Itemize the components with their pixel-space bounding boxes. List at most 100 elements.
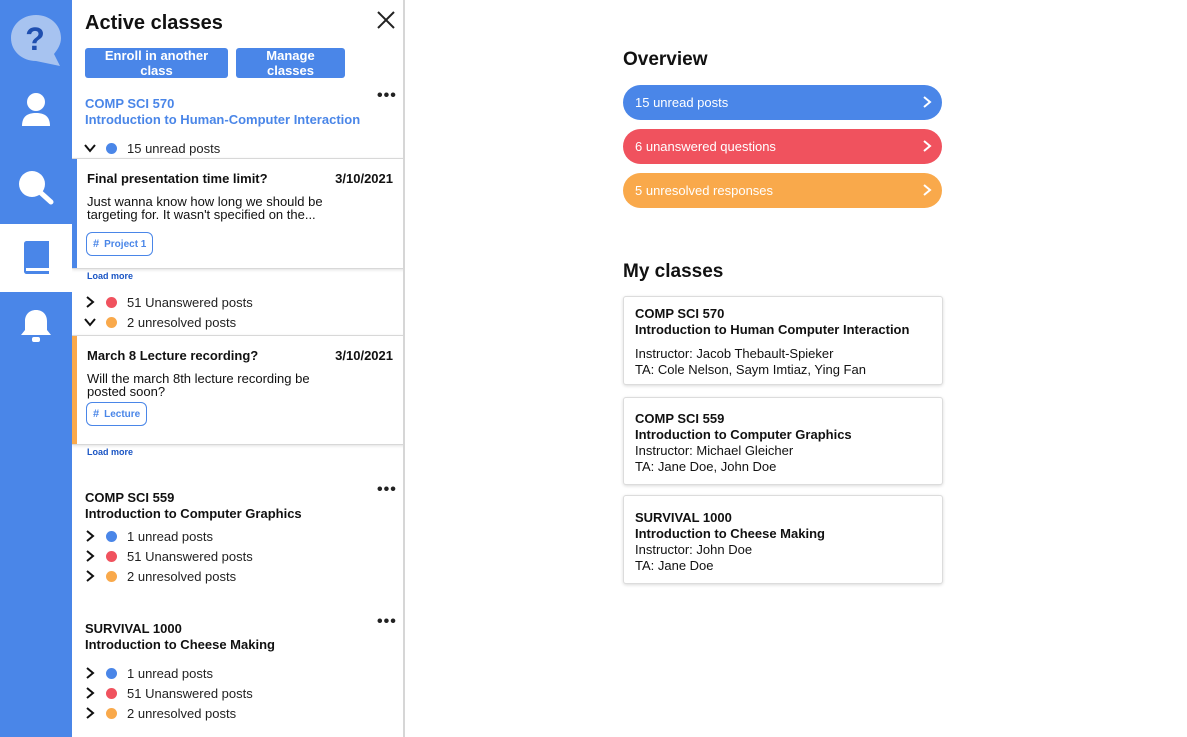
class-instructor: Instructor: Michael Gleicher — [635, 443, 794, 458]
post-date: 3/10/2021 — [335, 348, 393, 363]
pill-label: 6 unanswered questions — [635, 139, 776, 154]
post-preview: Will the march 8th lecture recording be … — [87, 371, 310, 399]
row-label: 51 Unanswered posts — [127, 294, 253, 310]
class-card[interactable]: COMP SCI 559 Introduction to Computer Gr… — [623, 397, 943, 485]
unread-posts-pill[interactable]: 15 unread posts — [623, 85, 942, 120]
unresolved-dot — [106, 707, 117, 719]
pill-label: 15 unread posts — [635, 95, 729, 110]
class-name: Introduction to Computer Graphics — [635, 427, 852, 442]
class-code: COMP SCI 559 — [635, 411, 725, 426]
classes-button[interactable] — [0, 224, 72, 292]
chevron-right-icon — [923, 140, 932, 152]
manage-classes-button[interactable]: Manage classes — [236, 48, 345, 78]
row-label: 1 unread posts — [127, 528, 214, 544]
load-more-link[interactable]: Load more — [87, 447, 133, 457]
search-button[interactable] — [0, 154, 72, 222]
course-code[interactable]: COMP SCI 559 — [85, 490, 174, 505]
class-ta: TA: Cole Nelson, Saym Imtiaz, Ying Fan — [635, 362, 866, 377]
class-instructor: Instructor: Jacob Thebault-Spieker — [635, 346, 834, 361]
class-code: SURVIVAL 1000 — [635, 510, 732, 525]
unanswered-posts-toggle[interactable]: 51 Unanswered posts — [84, 684, 253, 702]
tag-chip[interactable]: # Project 1 — [86, 232, 154, 256]
unread-dot — [106, 667, 117, 679]
unresolved-posts-toggle[interactable]: 2 unresolved posts — [84, 567, 236, 585]
course-options-button[interactable]: ••• — [377, 482, 397, 498]
unanswered-dot — [106, 296, 117, 308]
class-card[interactable]: SURVIVAL 1000 Introduction to Cheese Mak… — [623, 495, 943, 584]
unresolved-posts-toggle[interactable]: 2 unresolved posts — [84, 704, 236, 722]
chevron-right-icon — [86, 296, 95, 308]
unresolved-dot — [106, 316, 117, 328]
row-label: 51 Unanswered posts — [127, 685, 253, 701]
course-name[interactable]: Introduction to Human-Computer Interacti… — [85, 112, 360, 127]
course-code[interactable]: COMP SCI 570 — [85, 96, 174, 111]
chevron-right-icon — [923, 96, 932, 108]
unanswered-questions-pill[interactable]: 6 unanswered questions — [623, 129, 942, 164]
row-label: 51 Unanswered posts — [127, 548, 253, 564]
book-icon — [24, 241, 49, 274]
tag-chip[interactable]: # Lecture — [86, 402, 148, 426]
post-date: 3/10/2021 — [335, 171, 393, 186]
unread-posts-toggle[interactable]: 1 unread posts — [84, 527, 213, 545]
help-icon: ? — [11, 15, 61, 66]
class-ta: TA: Jane Doe, John Doe — [635, 459, 777, 474]
row-label: 2 unresolved posts — [127, 705, 237, 721]
post-card[interactable]: Final presentation time limit? 3/10/2021… — [72, 158, 403, 269]
active-classes-panel: Active classes Enroll in another class M… — [72, 0, 405, 737]
unanswered-dot — [106, 550, 117, 562]
unresolved-responses-pill[interactable]: 5 unresolved responses — [623, 173, 942, 208]
chevron-right-icon — [86, 570, 95, 582]
post-title: March 8 Lecture recording? — [87, 348, 259, 363]
notifications-button[interactable] — [0, 292, 72, 360]
load-more-link[interactable]: Load more — [87, 271, 133, 281]
class-name: Introduction to Human Computer Interacti… — [635, 322, 910, 337]
row-label: 15 unread posts — [127, 140, 221, 156]
overview-title: Overview — [623, 49, 708, 70]
post-accent — [72, 159, 77, 268]
class-ta: TA: Jane Doe — [635, 558, 714, 573]
post-accent — [72, 336, 77, 444]
unread-dot — [106, 530, 117, 542]
profile-icon — [22, 93, 50, 126]
chevron-down-icon — [84, 318, 96, 327]
course-name[interactable]: Introduction to Cheese Making — [85, 637, 275, 652]
panel-title: Active classes — [85, 12, 223, 34]
tag-label: Project 1 — [104, 238, 147, 250]
hash-icon: # — [93, 238, 100, 250]
unanswered-posts-toggle[interactable]: 51 Unanswered posts — [84, 293, 253, 311]
unread-posts-toggle[interactable]: 1 unread posts — [84, 664, 213, 682]
class-code: COMP SCI 570 — [635, 306, 725, 321]
search-icon — [19, 171, 54, 205]
chevron-down-icon — [84, 144, 96, 153]
profile-button[interactable] — [0, 76, 72, 144]
unread-dot — [106, 142, 117, 154]
chevron-right-icon — [86, 667, 95, 679]
row-label: 2 unresolved posts — [127, 314, 237, 330]
chevron-right-icon — [86, 687, 95, 699]
chevron-right-icon — [86, 550, 95, 562]
unanswered-posts-toggle[interactable]: 51 Unanswered posts — [84, 547, 253, 565]
enroll-button[interactable]: Enroll in another class — [85, 48, 228, 78]
class-name: Introduction to Cheese Making — [635, 526, 825, 541]
unresolved-posts-toggle[interactable]: 2 unresolved posts — [84, 313, 236, 331]
course-code[interactable]: SURVIVAL 1000 — [85, 621, 182, 636]
row-label: 2 unresolved posts — [127, 568, 237, 584]
tag-label: Lecture — [104, 408, 141, 420]
my-classes-title: My classes — [623, 261, 724, 282]
svg-text:?: ? — [25, 21, 45, 57]
class-card[interactable]: COMP SCI 570 Introduction to Human Compu… — [623, 296, 943, 385]
unread-posts-toggle[interactable]: 15 unread posts — [84, 139, 220, 157]
hash-icon: # — [93, 408, 100, 420]
course-options-button[interactable]: ••• — [377, 614, 397, 630]
close-icon[interactable] — [375, 9, 397, 31]
help-button[interactable]: ? — [0, 6, 72, 74]
chevron-right-icon — [923, 184, 932, 196]
bell-icon — [21, 310, 51, 342]
course-name[interactable]: Introduction to Computer Graphics — [85, 506, 302, 521]
post-card[interactable]: March 8 Lecture recording? 3/10/2021 Wil… — [72, 335, 403, 445]
course-options-button[interactable]: ••• — [377, 88, 397, 104]
class-instructor: Instructor: John Doe — [635, 542, 753, 557]
chevron-right-icon — [86, 530, 95, 542]
row-label: 1 unread posts — [127, 665, 214, 681]
unanswered-dot — [106, 687, 117, 699]
